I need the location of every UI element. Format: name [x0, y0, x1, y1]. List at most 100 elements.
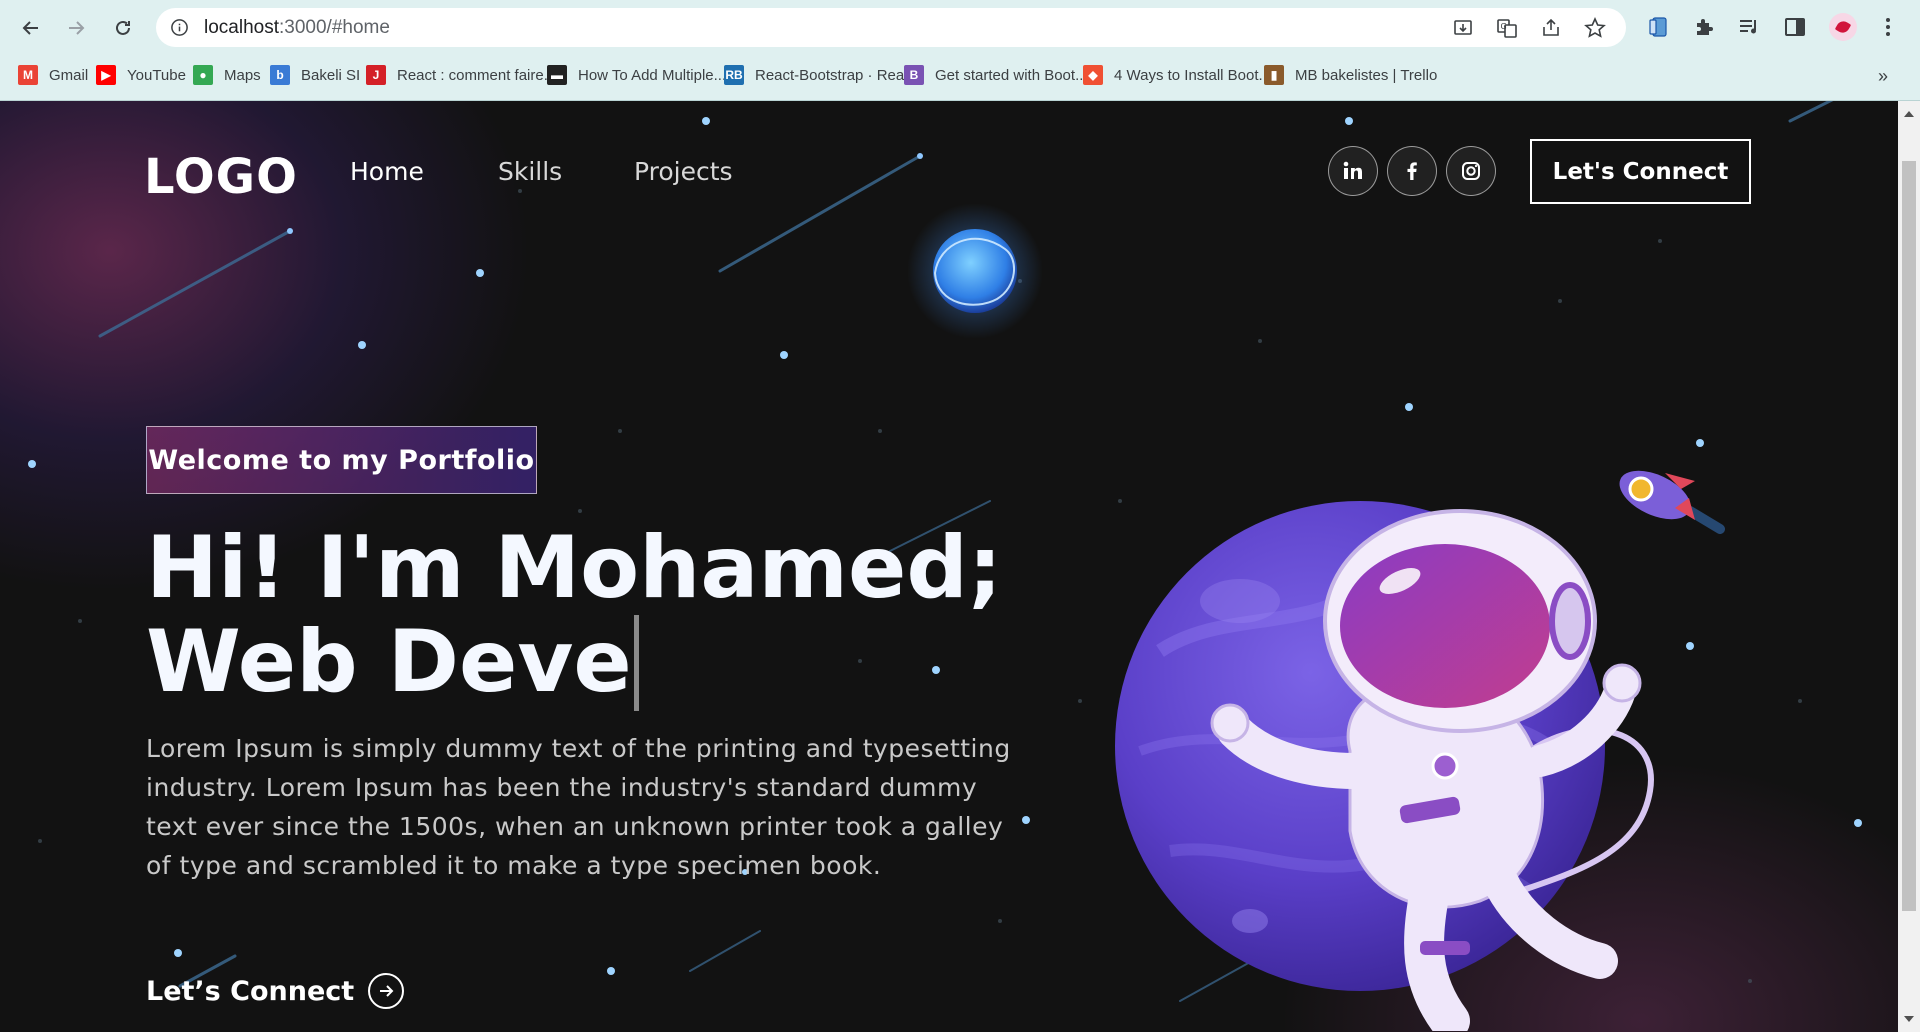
star [702, 117, 710, 125]
translate-icon[interactable]: G [1496, 17, 1518, 39]
shooting-star [98, 229, 292, 338]
star [1345, 117, 1353, 125]
bookmark-item[interactable]: B Get started with Boot... [904, 63, 1088, 87]
info-icon[interactable] [170, 18, 189, 37]
shooting-star [1788, 101, 1834, 123]
headline-line-2: Web Deve [146, 612, 632, 712]
hero-description: Lorem Ipsum is simply dummy text of the … [146, 734, 1011, 880]
url-host: localhost [204, 17, 279, 38]
forward-button[interactable] [60, 12, 92, 44]
bookmarks-bar: M Gmail ▶ YouTube ● Maps b Bakeli SI J React : co… [0, 58, 1920, 92]
gmail-icon: M [18, 65, 38, 85]
bookmark-label: Get started with Boot... [935, 66, 1088, 84]
bookmark-item[interactable]: ▶ YouTube [96, 63, 186, 87]
bakeli-icon: b [270, 65, 290, 85]
facebook-button[interactable] [1387, 146, 1437, 196]
install-icon[interactable] [1452, 17, 1474, 39]
star [28, 460, 36, 468]
j-icon: J [366, 65, 386, 85]
welcome-tagline: Welcome to my Portfolio [146, 426, 537, 494]
star [174, 949, 182, 957]
bookmark-label: React-Bootstrap · Rea... [755, 66, 917, 84]
side-panel-icon[interactable] [1783, 15, 1807, 39]
rocket-illustration [1619, 470, 1725, 534]
star [917, 153, 923, 159]
blue-planet-illustration [907, 203, 1043, 339]
shooting-star [718, 154, 922, 273]
arrow-circle-right-icon [368, 973, 405, 1009]
star [287, 228, 293, 234]
browser-toolbar: localhost:3000/#home G [0, 0, 1920, 55]
bookmark-label: YouTube [127, 66, 186, 84]
bookmark-label: 4 Ways to Install Boot... [1114, 66, 1272, 84]
svg-text:G: G [1501, 22, 1507, 31]
facebook-icon [1407, 162, 1417, 180]
profile-icon [1834, 18, 1852, 36]
bookmark-item[interactable]: RB React-Bootstrap · Rea... [724, 63, 917, 87]
bookmark-label: React : comment faire... [397, 66, 557, 84]
bookmark-item[interactable]: ● Maps [193, 63, 261, 87]
star [1854, 819, 1862, 827]
instagram-icon [1462, 162, 1480, 180]
youtube-icon: ▶ [96, 65, 116, 85]
url-text: localhost:3000/#home [204, 18, 390, 37]
url-path: :3000/#home [279, 17, 390, 38]
trello-icon: ▮ [1264, 65, 1284, 85]
bookmark-item[interactable]: J React : comment faire... [366, 63, 556, 87]
hero-connect-link[interactable]: Let’s Connect [146, 973, 405, 1009]
bookmarks-overflow-button[interactable]: » [1878, 66, 1888, 87]
page-scrollbar[interactable] [1898, 101, 1920, 1032]
profile-avatar[interactable] [1829, 13, 1857, 41]
bookmark-item[interactable]: ◆ 4 Ways to Install Boot... [1083, 63, 1271, 87]
logo[interactable]: LOGO [144, 149, 298, 205]
bookmark-item[interactable]: ▮ MB bakelistes | Trello [1264, 63, 1437, 87]
nav-link-home[interactable]: Home [350, 157, 424, 186]
diamond-icon: ◆ [1083, 65, 1103, 85]
maps-icon: ● [193, 65, 213, 85]
bookmark-label: MB bakelistes | Trello [1295, 66, 1438, 84]
shooting-star [689, 930, 761, 972]
bookmark-label: Maps [224, 66, 261, 84]
reload-icon [116, 20, 130, 35]
hero-connect-label: Let’s Connect [146, 975, 355, 1007]
share-icon[interactable] [1540, 17, 1562, 39]
star [1405, 403, 1413, 411]
arrow-left-icon [22, 21, 38, 35]
star [358, 341, 366, 349]
linkedin-button[interactable] [1328, 146, 1378, 196]
browser-chrome: localhost:3000/#home G M Gmail ▶ YouTube ● Ma… [0, 0, 1920, 101]
bookmark-label: Gmail [49, 66, 89, 84]
more-menu-icon[interactable] [1876, 15, 1900, 39]
bookmark-item[interactable]: b Bakeli SI [270, 63, 360, 87]
headline-line-1: Hi! I'm Mohamed; [146, 518, 1003, 618]
bookmark-label: Bakeli SI [301, 66, 361, 84]
scroll-down-arrow-icon[interactable] [1904, 1016, 1914, 1022]
linkedin-icon [1343, 161, 1362, 179]
bookmark-item[interactable]: ▬ How To Add Multiple... [547, 63, 726, 87]
star [607, 967, 615, 975]
reload-button[interactable] [107, 12, 139, 44]
portfolio-page: LOGO Home Skills Projects Let's Connect … [0, 101, 1898, 1032]
react-bootstrap-icon: RB [724, 65, 744, 85]
hero-headline: Hi! I'm Mohamed; Web Deve [146, 521, 1046, 711]
reading-list-icon[interactable] [1737, 15, 1761, 39]
bootstrap-icon: B [904, 65, 924, 85]
nav-link-projects[interactable]: Projects [634, 157, 733, 186]
lets-connect-button[interactable]: Let's Connect [1530, 139, 1751, 204]
star [780, 351, 788, 359]
star [476, 269, 484, 277]
bookmark-star-icon[interactable] [1584, 17, 1606, 39]
arrow-right-icon [69, 21, 85, 35]
bookmark-item[interactable]: M Gmail [18, 63, 88, 87]
nav-link-skills[interactable]: Skills [498, 157, 562, 186]
page-icon: ▬ [547, 65, 567, 85]
scrollbar-thumb[interactable] [1902, 161, 1916, 911]
extension-app-icon[interactable] [1647, 15, 1671, 39]
back-button[interactable] [15, 12, 47, 44]
typing-cursor [633, 615, 639, 711]
scroll-up-arrow-icon[interactable] [1904, 111, 1914, 117]
address-bar[interactable]: localhost:3000/#home G [156, 8, 1626, 47]
extensions-puzzle-icon[interactable] [1692, 15, 1716, 39]
bookmark-label: How To Add Multiple... [578, 66, 727, 84]
instagram-button[interactable] [1446, 146, 1496, 196]
